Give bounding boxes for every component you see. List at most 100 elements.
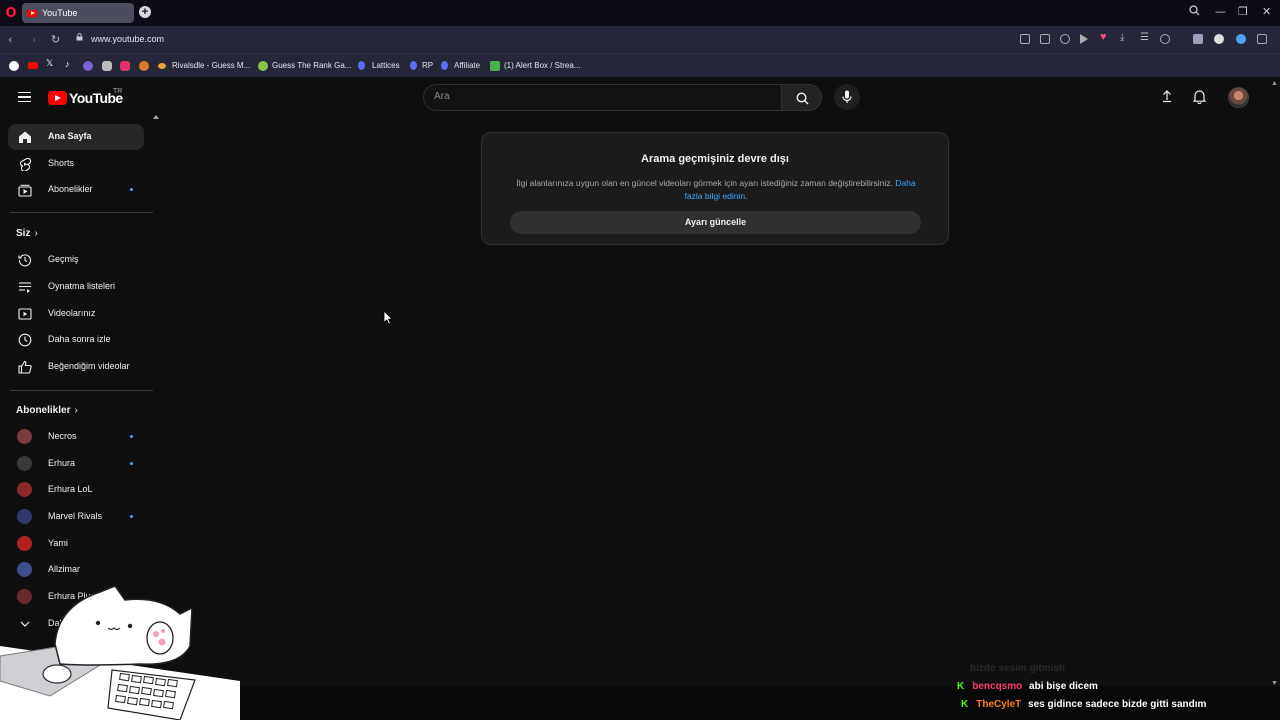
sidebar-item-label: Beğendiğim videolar (48, 361, 130, 371)
channel-avatar (17, 429, 32, 444)
sidebar-channel-erhura-lol[interactable]: Erhura LoL (8, 477, 144, 503)
youtube-favicon-icon (27, 9, 37, 17)
search-tabs-icon[interactable] (1189, 5, 1200, 19)
sidebar-channel-yami[interactable]: Yami (8, 531, 144, 557)
camera-icon[interactable] (1040, 34, 1050, 44)
profile-icon[interactable] (1160, 34, 1170, 44)
bookmark-lattices[interactable]: Lattices (372, 61, 400, 70)
lock-icon[interactable] (76, 33, 83, 41)
bookmark-lattices-icon (358, 61, 365, 70)
history-icon (18, 254, 31, 267)
channel-avatar (17, 536, 32, 551)
sidebar-section-you[interactable]: Siz › (16, 228, 38, 239)
bookmark-guess-rank[interactable]: Guess The Rank Ga... (272, 61, 351, 70)
your-videos-icon (18, 308, 32, 320)
google-icon[interactable] (9, 61, 19, 71)
chevron-right-icon: › (74, 405, 78, 416)
page-scroll-up-icon[interactable]: ▲ (1271, 80, 1278, 87)
youtube-icon[interactable] (28, 62, 38, 69)
channel-avatar (17, 482, 32, 497)
subscriptions-icon (18, 184, 32, 197)
chevron-right-icon: › (34, 228, 38, 239)
bookmark-affiliate[interactable]: Affiliate (454, 61, 480, 70)
sidebar-item-playlists[interactable]: Oynatma listeleri (8, 274, 144, 300)
page-scroll-down-icon[interactable]: ▼ (1271, 680, 1278, 687)
minimize-icon[interactable]: — (1215, 5, 1226, 18)
player-icon[interactable] (1080, 34, 1088, 44)
notifications-bell-icon[interactable] (1193, 89, 1206, 104)
instagram-icon[interactable] (120, 61, 130, 71)
reload-icon[interactable]: ↻ (51, 33, 60, 46)
youtube-logo-icon[interactable] (48, 91, 67, 105)
tab-youtube[interactable]: YouTube (22, 3, 134, 23)
card-description-text: İlgi alanlarınıza uygun olan en güncel v… (516, 178, 893, 188)
bookmarks-bar: 𝕏 ♪ Rivalsdle - Guess M... Guess The Ran… (0, 53, 1280, 77)
chat-message: K TheCyleT ses gidince sadece bizde gitti… (961, 699, 1206, 710)
account-avatar[interactable] (1228, 87, 1249, 108)
section-title: Siz (16, 228, 31, 239)
search-box (423, 84, 781, 111)
sidebar-item-subscriptions[interactable]: Abonelikler (8, 177, 144, 203)
new-content-dot (130, 188, 133, 191)
search-input[interactable] (434, 91, 754, 102)
edit-icon[interactable] (1020, 34, 1030, 44)
wavy-icon[interactable] (102, 61, 112, 71)
sidebar-section-subscriptions[interactable]: Abonelikler › (16, 405, 78, 416)
x-icon[interactable]: 𝕏 (46, 59, 56, 69)
restore-icon[interactable]: ❐ (1238, 5, 1248, 18)
sidebar-item-watch-later[interactable]: Daha sonra izle (8, 327, 144, 353)
chat-fading-message: bizde sesim gitmişti (970, 663, 1066, 674)
search-button[interactable] (781, 84, 822, 111)
sidebar-item-label: Daha sonra izle (48, 334, 111, 344)
bookmark-alert-box[interactable]: (1) Alert Box / Strea... (504, 61, 580, 70)
url-field[interactable]: www.youtube.com (91, 34, 164, 44)
sidebar-scroll-up-icon[interactable] (153, 115, 159, 119)
new-content-dot (130, 435, 133, 438)
menu-icon[interactable]: ☰ (1140, 32, 1150, 43)
update-setting-button[interactable]: Ayarı güncelle (510, 211, 921, 234)
sidebar-channel-erhura[interactable]: Erhura (8, 451, 144, 477)
new-tab-button[interactable]: + (139, 6, 151, 18)
sidebar-item-label: Ana Sayfa (48, 131, 92, 141)
download-icon[interactable]: ⤓ (1120, 32, 1130, 43)
sidebar-channel-marvel-rivals[interactable]: Marvel Rivals (8, 504, 144, 530)
bookmark-rp[interactable]: RP (422, 61, 433, 70)
guide-menu-icon[interactable] (18, 92, 31, 102)
heart-icon[interactable]: ♥ (1100, 31, 1110, 43)
sidebar-item-label: Videolarınız (48, 308, 96, 318)
extension-shield-icon[interactable] (1193, 34, 1203, 44)
sidebar-item-shorts[interactable]: Shorts (8, 151, 144, 177)
voice-search-button[interactable] (834, 84, 860, 110)
sidebar-item-history[interactable]: Geçmiş (8, 247, 144, 273)
extensions-icon[interactable] (1257, 34, 1267, 44)
sidebar-item-home[interactable]: Ana Sayfa (8, 124, 144, 150)
sidebar-channel-necros[interactable]: Necros (8, 424, 144, 450)
sidebar-item-label: Oynatma listeleri (48, 281, 116, 291)
extension-blue-icon[interactable] (1236, 34, 1246, 44)
clock-icon (18, 333, 32, 347)
shield-icon[interactable] (1060, 34, 1070, 44)
channel-avatar (17, 562, 32, 577)
bookmark-guess-rank-icon (258, 61, 268, 71)
sidebar-divider (10, 390, 153, 391)
home-icon (19, 131, 31, 143)
mouse-cursor-icon (383, 310, 393, 325)
chat-message: Kbencqsmo abi bişe dicem (957, 681, 1098, 692)
shorts-icon (19, 157, 32, 171)
rss-icon[interactable] (139, 61, 149, 71)
tiktok-icon[interactable]: ♪ (65, 59, 75, 69)
opera-logo-icon[interactable]: O (0, 0, 22, 26)
search-history-disabled-card: Arama geçmişiniz devre dışı İlgi alanlar… (481, 132, 949, 245)
address-bar: ‹ › ↻ www.youtube.com ♥ ⤓ ☰ (0, 26, 1280, 53)
back-icon[interactable]: ‹ (8, 33, 12, 46)
bookmark-rivalsdle[interactable]: Rivalsdle - Guess M... (172, 61, 250, 70)
sidebar-channel-allzimar[interactable]: Allzimar (8, 557, 144, 583)
upload-icon[interactable] (1161, 89, 1173, 103)
forward-icon[interactable]: › (32, 33, 36, 46)
sidebar-item-liked-videos[interactable]: Beğendiğim videolar (8, 354, 144, 380)
sidebar-item-your-videos[interactable]: Videolarınız (8, 301, 144, 327)
close-icon[interactable]: ✕ (1262, 5, 1271, 18)
extension-circle-icon[interactable] (1214, 34, 1224, 44)
badge-icon[interactable] (83, 61, 93, 71)
sidebar-divider (10, 212, 153, 213)
